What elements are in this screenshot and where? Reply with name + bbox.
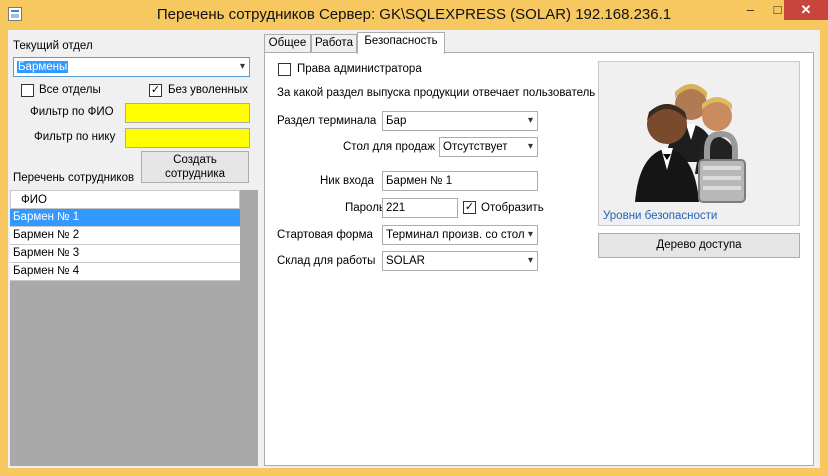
department-value: Бармены bbox=[17, 61, 69, 73]
client-area: Текущий отдел Бармены ▾ Все отделы ✓ Без… bbox=[8, 30, 820, 468]
filter-fio-input[interactable] bbox=[125, 103, 250, 123]
chevron-down-icon: ▾ bbox=[239, 61, 245, 72]
show-password-label: Отобразить bbox=[481, 202, 544, 214]
department-label: Текущий отдел bbox=[13, 40, 93, 52]
warehouse-label: Склад для работы bbox=[277, 255, 376, 267]
window-title: Перечень сотрудников Сервер: GK\SQLEXPRE… bbox=[156, 6, 672, 23]
security-tab-panel: Права администратора За какой раздел вып… bbox=[264, 52, 814, 466]
department-select[interactable]: Бармены ▾ bbox=[13, 57, 250, 77]
start-form-select[interactable]: Терминал произв. со стол ▾ bbox=[382, 225, 538, 245]
users-lock-icon bbox=[635, 84, 746, 203]
no-dismissed-label: Без уволенных bbox=[168, 84, 248, 96]
title-bar: Перечень сотрудников Сервер: GK\SQLEXPRE… bbox=[0, 0, 828, 30]
terminal-section-select[interactable]: Бар ▾ bbox=[382, 111, 538, 131]
chevron-down-icon: ▾ bbox=[527, 229, 533, 240]
sales-table-value: Отсутствует bbox=[443, 141, 508, 153]
security-image-box: Уровни безопасности bbox=[598, 61, 800, 226]
start-form-label: Стартовая форма bbox=[277, 229, 373, 241]
chevron-down-icon: ▾ bbox=[527, 141, 533, 152]
admin-rights-label: Права администратора bbox=[297, 63, 422, 75]
all-departments-label: Все отделы bbox=[39, 84, 101, 96]
password-input[interactable]: 221 bbox=[382, 198, 458, 218]
create-employee-button[interactable]: Создать сотрудника bbox=[141, 151, 249, 183]
no-dismissed-checkbox[interactable]: ✓ bbox=[149, 84, 162, 97]
password-label: Пароль bbox=[345, 202, 385, 214]
filter-nick-label: Фильтр по нику bbox=[34, 131, 116, 143]
filter-nick-input[interactable] bbox=[125, 128, 250, 148]
sales-table-label: Стол для продаж bbox=[343, 141, 435, 153]
minimize-button[interactable]: – bbox=[737, 0, 764, 20]
table-row[interactable]: Бармен № 1 bbox=[10, 209, 240, 227]
terminal-section-label: Раздел терминала bbox=[277, 115, 377, 127]
admin-rights-checkbox[interactable] bbox=[278, 63, 291, 76]
warehouse-select[interactable]: SOLAR ▾ bbox=[382, 251, 538, 271]
section-question-label: За какой раздел выпуска продукции отвеча… bbox=[277, 87, 596, 99]
all-departments-checkbox[interactable] bbox=[21, 84, 34, 97]
login-nick-input[interactable]: Бармен № 1 bbox=[382, 171, 538, 191]
login-nick-label: Ник входа bbox=[320, 175, 374, 187]
chevron-down-icon: ▾ bbox=[527, 115, 533, 126]
table-row[interactable]: Бармен № 4 bbox=[10, 263, 240, 281]
employee-list-label: Перечень сотрудников bbox=[13, 172, 135, 184]
checkmark-icon: ✓ bbox=[150, 84, 161, 96]
terminal-section-value: Бар bbox=[386, 115, 407, 127]
access-tree-button[interactable]: Дерево доступа bbox=[598, 233, 800, 258]
checkmark-icon: ✓ bbox=[464, 201, 475, 213]
window: Перечень сотрудников Сервер: GK\SQLEXPRE… bbox=[0, 0, 828, 476]
sales-table-select[interactable]: Отсутствует ▾ bbox=[439, 137, 538, 157]
tab-general[interactable]: Общее bbox=[264, 34, 311, 53]
table-row[interactable]: Бармен № 3 bbox=[10, 245, 240, 263]
tab-work[interactable]: Работа bbox=[311, 34, 357, 53]
tab-security[interactable]: Безопасность bbox=[357, 32, 445, 54]
warehouse-value: SOLAR bbox=[386, 255, 425, 267]
table-row[interactable]: Бармен № 2 bbox=[10, 227, 240, 245]
close-button[interactable]: ✕ bbox=[784, 0, 828, 20]
show-password-checkbox[interactable]: ✓ bbox=[463, 201, 476, 214]
security-levels-link[interactable]: Уровни безопасности bbox=[603, 210, 717, 222]
employee-grid: ФИО Бармен № 1 Бармен № 2 Бармен № 3 Бар… bbox=[10, 190, 258, 466]
filter-fio-label: Фильтр по ФИО bbox=[30, 106, 114, 118]
chevron-down-icon: ▾ bbox=[527, 255, 533, 266]
start-form-value: Терминал произв. со стол bbox=[386, 229, 525, 241]
grid-header-fio[interactable]: ФИО bbox=[10, 190, 240, 209]
